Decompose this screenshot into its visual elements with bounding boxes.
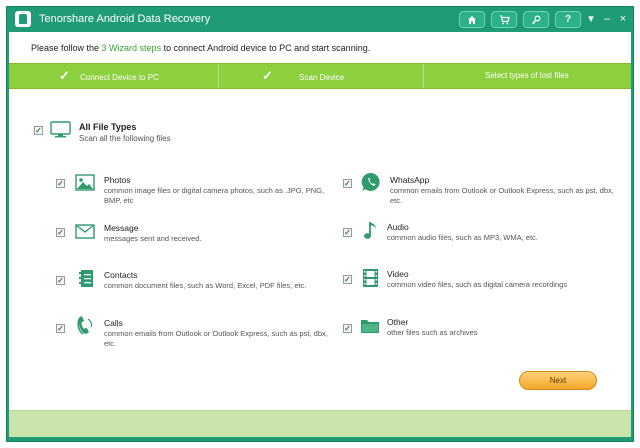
app-window: Tenorshare Android Data Recovery ? ▾ – ×… [6,6,634,442]
phone-icon [77,316,93,335]
video-title: Video [387,269,409,279]
minimize-button[interactable]: – [601,12,613,26]
step-divider [218,64,219,88]
all-file-types-desc: Scan all the following files [79,134,171,143]
home-button[interactable] [459,11,485,28]
envelope-icon [75,224,95,239]
step-divider [423,64,424,88]
buy-button[interactable] [491,11,517,28]
whatsapp-checkbox[interactable]: ✓ [343,179,352,188]
step-done-check-icon: ✓ [262,68,273,83]
step-done-check-icon: ✓ [59,68,70,83]
step-scan-device: ✓ Scan Device [262,68,345,83]
step-connect-device: ✓ Connect Device to PC [59,68,159,83]
step-select-types: Select types of lost files [485,71,569,80]
contacts-book-icon [79,270,93,287]
other-desc: other files such as archives [387,328,478,337]
image-icon [75,174,95,191]
photos-desc: common image files or digital camera pho… [104,186,325,205]
video-desc: common video files, such as digital came… [387,280,568,289]
monitor-icon [50,121,71,138]
help-button[interactable]: ? [555,11,581,28]
message-title: Message [104,223,139,233]
app-title: Tenorshare Android Data Recovery [39,13,211,25]
menu-dropdown-button[interactable]: ▾ [585,12,597,26]
contacts-desc: common document files, such as Word, Exc… [104,281,307,290]
wizard-steps-link: 3 Wizard steps [101,43,162,53]
home-icon [468,16,476,24]
whatsapp-title: WhatsApp [390,175,430,185]
all-file-types-title: All File Types [79,122,137,132]
music-note-icon [364,222,376,239]
film-icon [363,269,378,287]
calls-title: Calls [104,318,123,328]
photos-title: Photos [104,175,131,185]
calls-checkbox[interactable]: ✓ [56,324,65,333]
main-panel: Please follow the 3 Wizard steps to conn… [9,32,631,437]
message-desc: messages sent and received. [104,234,202,243]
message-checkbox[interactable]: ✓ [56,228,65,237]
photos-checkbox[interactable]: ✓ [56,179,65,188]
close-button[interactable]: × [617,12,629,26]
register-button[interactable] [523,11,549,28]
audio-checkbox[interactable]: ✓ [343,228,352,237]
whatsapp-desc: common emails from Outlook or Outlook Ex… [390,186,614,205]
folder-icon [361,320,379,333]
audio-title: Audio [387,222,409,232]
wizard-steps-bar: ✓ Connect Device to PC ✓ Scan Device Sel… [9,63,631,89]
all-file-types-checkbox[interactable]: ✓ [34,126,43,135]
next-button[interactable]: Next [519,371,597,390]
contacts-title: Contacts [104,270,138,280]
calls-desc: common emails from Outlook or Outlook Ex… [104,329,328,348]
other-checkbox[interactable]: ✓ [343,324,352,333]
other-title: Other [387,317,409,327]
instruction-text: Please follow the 3 Wizard steps to conn… [31,43,371,53]
title-bar: Tenorshare Android Data Recovery ? ▾ – × [7,7,633,32]
footer-bar [9,410,631,437]
key-icon [532,15,541,24]
android-app-icon [15,11,31,27]
whatsapp-icon [361,172,380,192]
contacts-checkbox[interactable]: ✓ [56,276,65,285]
audio-desc: common audio files, such as MP3, WMA, et… [387,233,538,242]
video-checkbox[interactable]: ✓ [343,275,352,284]
cart-icon [499,15,510,25]
